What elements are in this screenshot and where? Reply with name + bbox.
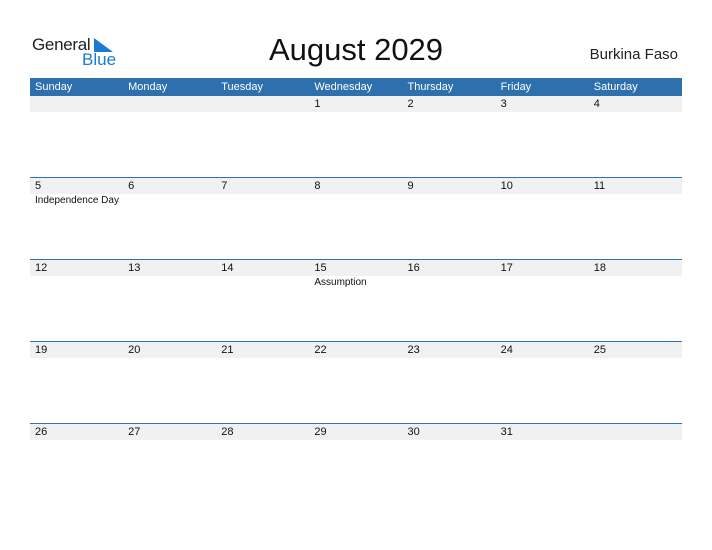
- holiday-label: [496, 276, 589, 290]
- weekday-friday: Friday: [500, 81, 532, 93]
- holiday-label: [589, 276, 682, 290]
- day-number: 30: [407, 426, 420, 438]
- day-number: 5: [35, 180, 42, 192]
- week-row: 12 13 14 15 16 17 18 Assumption: [30, 259, 682, 341]
- weekday-thursday: Thursday: [407, 81, 454, 93]
- day-number: 22: [314, 344, 327, 356]
- week-row: 19 20 21 22 23 24 25: [30, 341, 682, 423]
- day-number: 11: [593, 180, 606, 192]
- calendar-grid: Sunday Monday Tuesday Wednesday Thursday…: [30, 78, 682, 505]
- week-row: 1 2 3 4: [30, 96, 682, 177]
- day-number-row: 26 27 28 29 30 31: [30, 424, 682, 440]
- holiday-label: [496, 194, 589, 208]
- weekday-saturday: Saturday: [593, 81, 638, 93]
- day-number: 7: [221, 180, 228, 192]
- day-number: 15: [314, 262, 327, 274]
- event-row: Independence Day: [30, 194, 682, 208]
- holiday-label: [403, 194, 496, 208]
- day-number: 16: [407, 262, 420, 274]
- day-number: 31: [500, 426, 513, 438]
- holiday-label: [589, 194, 682, 208]
- weekday-monday: Monday: [128, 81, 168, 93]
- weekday-wednesday: Wednesday: [314, 81, 373, 93]
- holiday-label: [216, 276, 309, 290]
- day-number: 10: [500, 180, 513, 192]
- day-number: 17: [500, 262, 513, 274]
- day-number: 13: [128, 262, 141, 274]
- holiday-label: [309, 194, 402, 208]
- holiday-label: [216, 194, 309, 208]
- day-number: 26: [35, 426, 48, 438]
- day-number: 12: [35, 262, 48, 274]
- day-number: 20: [128, 344, 141, 356]
- day-number: 21: [221, 344, 234, 356]
- day-number-row: 12 13 14 15 16 17 18: [30, 260, 682, 276]
- holiday-label: [123, 194, 216, 208]
- day-number: 4: [593, 98, 600, 110]
- day-number-row: 1 2 3 4: [30, 96, 682, 112]
- day-number: 1: [314, 98, 321, 110]
- day-number: 25: [593, 344, 606, 356]
- day-number: [123, 96, 216, 112]
- day-number: 19: [35, 344, 48, 356]
- day-number: 24: [500, 344, 513, 356]
- day-number: [30, 96, 123, 112]
- holiday-label: [30, 276, 123, 290]
- country-label: Burkina Faso: [589, 46, 678, 63]
- week-row: 26 27 28 29 30 31: [30, 423, 682, 505]
- week-row: 5 6 7 8 9 10 11 Independence Day: [30, 177, 682, 259]
- day-number: 6: [128, 180, 135, 192]
- weekday-tuesday: Tuesday: [221, 81, 264, 93]
- day-number: [216, 96, 309, 112]
- day-number: 29: [314, 426, 327, 438]
- day-number-row: 5 6 7 8 9 10 11: [30, 178, 682, 194]
- day-number: 9: [407, 180, 414, 192]
- day-number: 28: [221, 426, 234, 438]
- holiday-label: [403, 276, 496, 290]
- weekday-sunday: Sunday: [35, 81, 73, 93]
- event-row: Assumption: [30, 276, 682, 290]
- day-number: 18: [593, 262, 606, 274]
- holiday-label: Independence Day: [35, 195, 119, 206]
- day-number: 14: [221, 262, 234, 274]
- holiday-label: [123, 276, 216, 290]
- day-number: 2: [407, 98, 414, 110]
- weekday-header: Sunday Monday Tuesday Wednesday Thursday…: [30, 78, 682, 96]
- day-number: [589, 424, 682, 440]
- holiday-label: Assumption: [314, 277, 367, 288]
- day-number: 23: [407, 344, 420, 356]
- day-number: 27: [128, 426, 141, 438]
- day-number: 8: [314, 180, 321, 192]
- day-number-row: 19 20 21 22 23 24 25: [30, 342, 682, 358]
- day-number: 3: [500, 98, 507, 110]
